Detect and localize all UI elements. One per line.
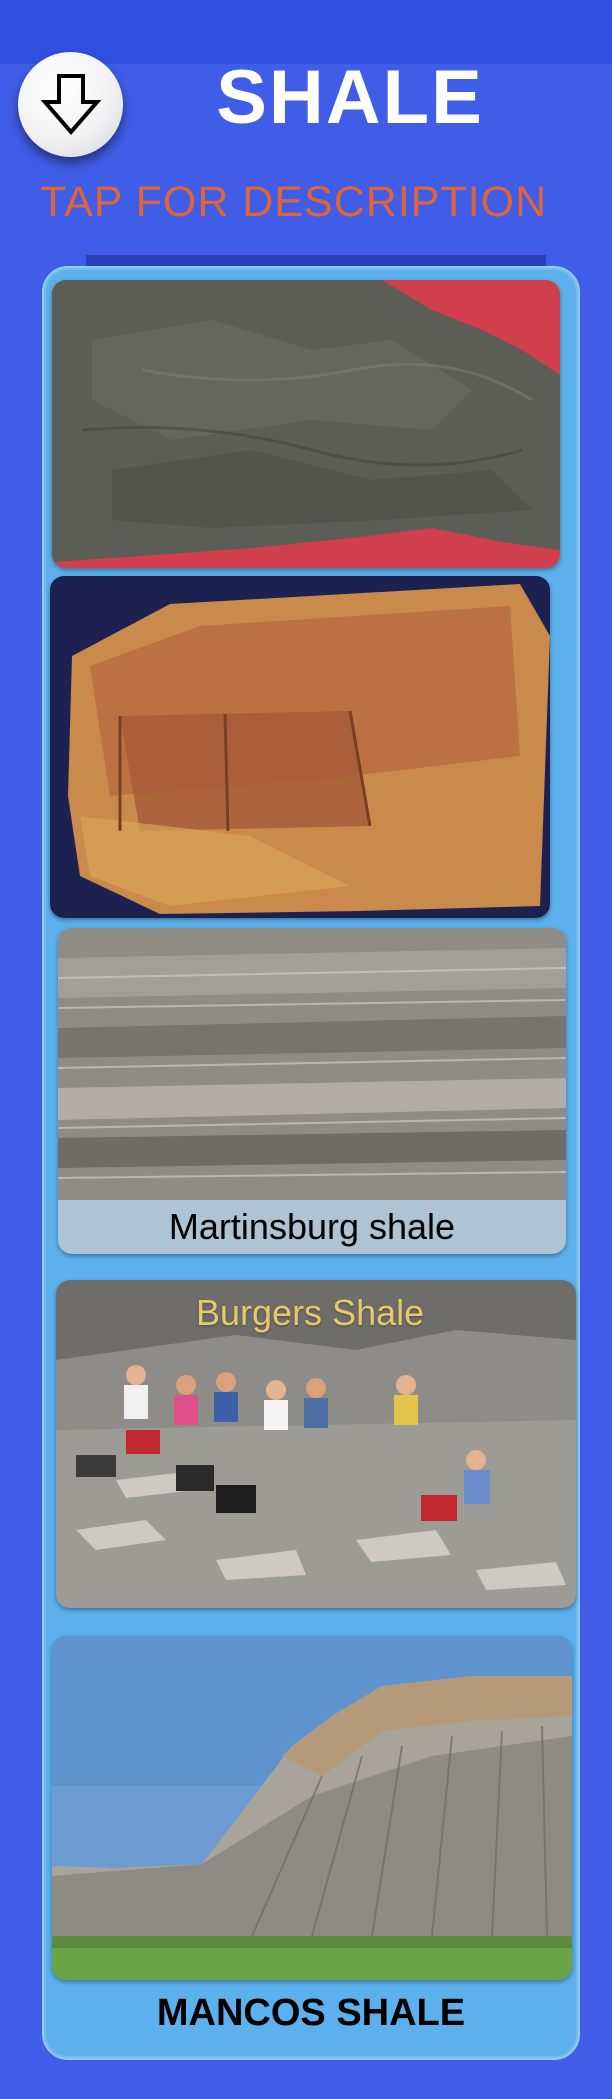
photo-caption-mancos: MANCOS SHALE <box>156 1991 466 2034</box>
shale-photo-1[interactable] <box>52 280 560 568</box>
photo-caption-martinsburg: Martinsburg shale <box>168 1206 456 1247</box>
page-title: SHALE <box>216 55 484 140</box>
back-button[interactable] <box>18 52 123 157</box>
tap-for-description-link[interactable]: TAP FOR DESCRIPTION <box>40 178 600 226</box>
photo-caption-burgers: Burgers Shale <box>196 1292 425 1333</box>
shale-photo-4[interactable]: Burgers Shale <box>56 1280 576 1608</box>
arrow-down-icon <box>40 73 101 135</box>
shale-photo-2[interactable] <box>50 576 550 918</box>
shale-photo-5[interactable] <box>52 1636 572 1980</box>
shale-photo-3[interactable]: Martinsburg shale <box>58 928 566 1254</box>
